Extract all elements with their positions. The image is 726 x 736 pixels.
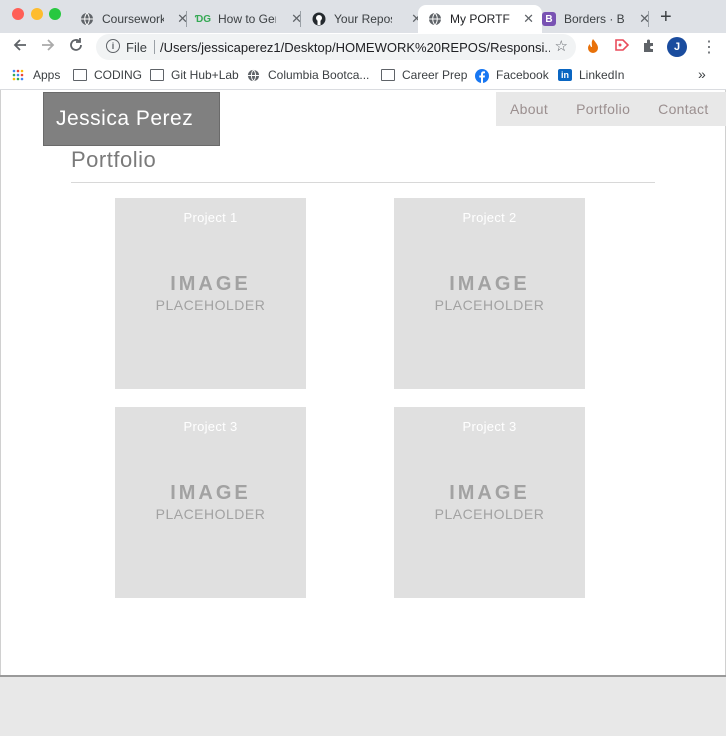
browser-tab[interactable]: ƊG How to Gen ✕ bbox=[186, 5, 310, 33]
section-title: Portfolio bbox=[71, 147, 157, 172]
browser-tab-active[interactable]: My PORTFO ✕ bbox=[418, 5, 542, 33]
github-icon bbox=[312, 12, 326, 26]
site-footer bbox=[0, 675, 726, 736]
bookmark-label: LinkedIn bbox=[579, 68, 625, 82]
forward-arrow-icon[interactable] bbox=[40, 37, 56, 58]
dg-icon: ƊG bbox=[194, 13, 212, 25]
bookmark-label: Git Hub+Lab bbox=[171, 68, 239, 82]
folder-icon bbox=[150, 69, 164, 81]
new-tab-button[interactable]: + bbox=[660, 6, 672, 29]
bookmark-label: Career Prep bbox=[402, 68, 468, 82]
nav-link-about[interactable]: About bbox=[510, 101, 548, 117]
image-placeholder-text: IMAGE bbox=[170, 482, 251, 504]
scheme-label: File bbox=[126, 40, 147, 55]
bookmark-label: Facebook bbox=[496, 68, 549, 82]
bookmark-facebook[interactable]: Facebook bbox=[475, 68, 549, 83]
fire-extension-icon[interactable] bbox=[586, 38, 600, 57]
image-placeholder-subtext: PLACEHOLDER bbox=[155, 506, 266, 522]
tab-title: How to Gen bbox=[218, 12, 276, 26]
folder-icon bbox=[73, 69, 87, 81]
folder-icon bbox=[381, 69, 395, 81]
page-viewport bbox=[0, 90, 726, 736]
bookmarks-bar: Apps CODING Git Hub+Lab Columbia Bootca.… bbox=[0, 61, 726, 90]
globe-icon bbox=[428, 12, 442, 26]
globe-icon bbox=[80, 12, 94, 26]
globe-icon bbox=[247, 69, 261, 82]
bookmark-career-prep[interactable]: Career Prep bbox=[381, 68, 467, 82]
browser-tab[interactable]: B Borders · Bo ✕ bbox=[532, 5, 658, 33]
tab-title: My PORTFO bbox=[450, 12, 510, 26]
tab-title: Coursework bbox=[102, 12, 164, 26]
image-placeholder-text: IMAGE bbox=[449, 273, 530, 295]
tab-title: Your Reposi bbox=[334, 12, 392, 26]
nav-link-portfolio[interactable]: Portfolio bbox=[576, 101, 630, 117]
linkedin-icon: in bbox=[558, 69, 572, 81]
project-title: Project 3 bbox=[183, 419, 238, 434]
minimize-window-button[interactable] bbox=[31, 8, 43, 20]
bookmark-label: Columbia Bootca... bbox=[268, 68, 370, 82]
maximize-window-button[interactable] bbox=[49, 8, 61, 20]
project-card[interactable]: Project 2 IMAGE PLACEHOLDER bbox=[394, 198, 585, 389]
nav-link-contact[interactable]: Contact bbox=[658, 101, 708, 117]
menu-kebab-icon[interactable]: ⋮ bbox=[701, 37, 717, 57]
address-bar[interactable]: i File /Users/jessicaperez1/Desktop/HOME… bbox=[96, 34, 576, 60]
section-divider bbox=[71, 182, 655, 183]
project-title: Project 2 bbox=[462, 210, 517, 225]
image-placeholder-text: IMAGE bbox=[449, 482, 530, 504]
back-arrow-icon[interactable] bbox=[12, 37, 28, 58]
image-placeholder-text: IMAGE bbox=[170, 273, 251, 295]
bookmark-label: CODING bbox=[94, 68, 142, 82]
image-placeholder-subtext: PLACEHOLDER bbox=[434, 297, 545, 313]
tab-title: Borders · Bo bbox=[564, 12, 624, 26]
bookmark-star-icon[interactable]: ☆ bbox=[555, 37, 568, 55]
site-brand[interactable]: Jessica Perez bbox=[43, 92, 220, 146]
project-card[interactable]: Project 3 IMAGE PLACEHOLDER bbox=[115, 407, 306, 598]
bookmark-columbia[interactable]: Columbia Bootca... bbox=[247, 68, 369, 82]
url-text[interactable]: /Users/jessicaperez1/Desktop/HOMEWORK%20… bbox=[160, 40, 550, 55]
bookmark-label: Apps bbox=[33, 68, 61, 82]
close-window-button[interactable] bbox=[12, 8, 24, 20]
profile-avatar[interactable]: J bbox=[667, 37, 687, 57]
project-card[interactable]: Project 1 IMAGE PLACEHOLDER bbox=[115, 198, 306, 389]
project-title: Project 1 bbox=[183, 210, 238, 225]
browser-tab[interactable]: Your Reposi ✕ bbox=[300, 5, 430, 33]
bookmarks-overflow-button[interactable]: » bbox=[698, 66, 706, 82]
media-extension-icon[interactable] bbox=[614, 38, 630, 55]
site-nav: About Portfolio Contact bbox=[496, 92, 726, 126]
project-card[interactable]: Project 3 IMAGE PLACEHOLDER bbox=[394, 407, 585, 598]
extensions-puzzle-icon[interactable] bbox=[642, 38, 657, 56]
bootstrap-icon: B bbox=[542, 12, 556, 26]
image-placeholder-subtext: PLACEHOLDER bbox=[434, 506, 545, 522]
apps-grid-icon bbox=[12, 69, 26, 81]
image-placeholder-subtext: PLACEHOLDER bbox=[155, 297, 266, 313]
browser-tab-strip: Coursework ✕ ƊG How to Gen ✕ Your Reposi… bbox=[0, 0, 726, 33]
info-icon[interactable]: i bbox=[106, 39, 120, 53]
project-title: Project 3 bbox=[462, 419, 517, 434]
bookmark-coding[interactable]: CODING bbox=[73, 68, 142, 82]
browser-tab[interactable]: Coursework ✕ bbox=[70, 5, 196, 33]
reload-icon[interactable] bbox=[68, 37, 84, 58]
facebook-icon bbox=[475, 69, 489, 83]
bookmark-apps[interactable]: Apps bbox=[12, 68, 60, 82]
bookmark-linkedin[interactable]: in LinkedIn bbox=[558, 68, 624, 82]
bookmark-github-lab[interactable]: Git Hub+Lab bbox=[150, 68, 239, 82]
